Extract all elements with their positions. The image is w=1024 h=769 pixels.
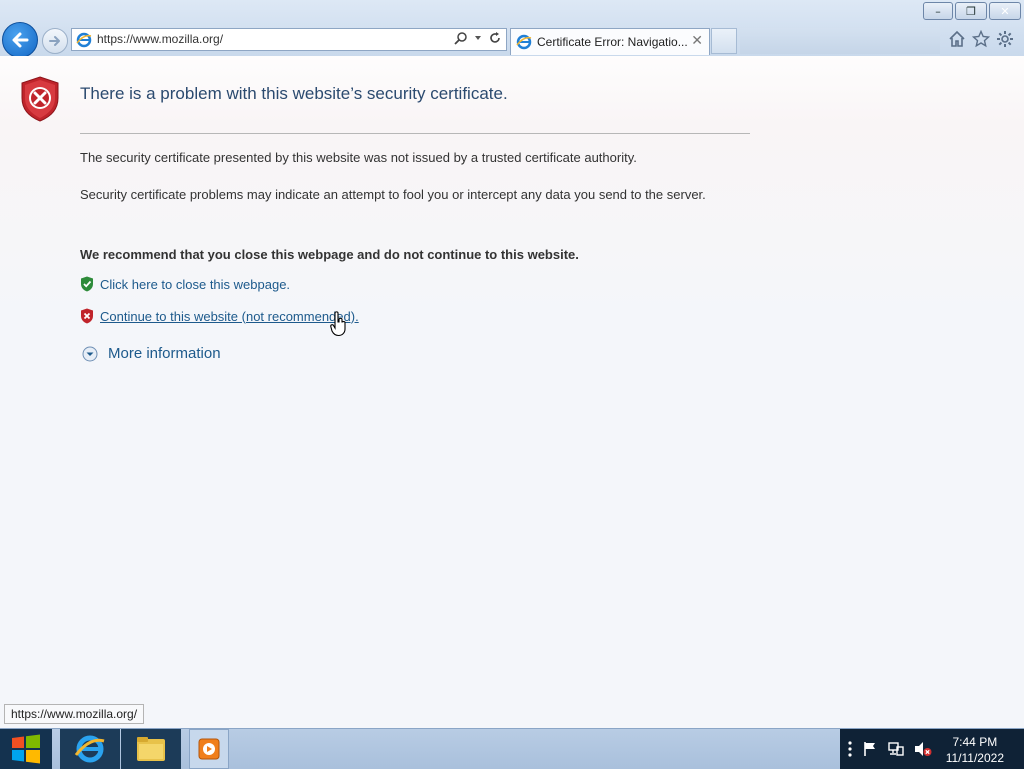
clock-time: 7:44 PM: [952, 735, 998, 749]
page-content: There is a problem with this website’s s…: [0, 56, 1024, 728]
forward-button[interactable]: [42, 28, 68, 54]
page-title: There is a problem with this website’s s…: [80, 84, 508, 103]
tab-close-icon[interactable]: ✕: [691, 33, 703, 49]
ie-logo-icon: [516, 34, 532, 50]
clock[interactable]: 7:44 PM 11/11/2022: [946, 734, 1004, 766]
taskbar-internet-explorer[interactable]: [60, 729, 120, 769]
minimize-button[interactable]: –: [923, 2, 953, 20]
browser-chrome: – ❐ ✕ https://www.mozilla.org/ Certifica…: [0, 0, 1024, 58]
address-bar[interactable]: https://www.mozilla.org/: [71, 28, 507, 51]
action-center-flag-icon[interactable]: [862, 741, 878, 757]
minimize-icon: –: [935, 4, 941, 18]
recommendation-text: We recommend that you close this webpage…: [80, 247, 579, 262]
continue-to-website-link[interactable]: Continue to this website (not recommende…: [100, 309, 359, 324]
hand-cursor-icon: [330, 311, 346, 337]
taskbar-media-player[interactable]: [189, 729, 229, 769]
search-icon[interactable]: [454, 31, 468, 45]
favorites-star-icon[interactable]: [972, 30, 990, 48]
security-warning-message: Security certificate problems may indica…: [80, 187, 706, 202]
divider: [80, 133, 750, 134]
continue-row: Continue to this website (not recommende…: [80, 308, 359, 324]
close-webpage-link[interactable]: Click here to close this webpage.: [100, 277, 290, 292]
close-window-button[interactable]: ✕: [989, 2, 1021, 20]
home-icon[interactable]: [948, 30, 966, 48]
close-icon: ✕: [1000, 4, 1010, 18]
more-information-toggle[interactable]: More information: [82, 345, 221, 362]
media-player-icon: [198, 738, 220, 760]
tab-strip-empty: [740, 28, 940, 54]
expand-chevron-icon: [82, 346, 98, 361]
gear-icon[interactable]: [996, 30, 1014, 48]
network-icon[interactable]: [888, 741, 904, 757]
new-tab-button[interactable]: [711, 28, 737, 54]
more-information-label: More information: [108, 345, 221, 362]
taskbar: 7:44 PM 11/11/2022: [0, 728, 1024, 769]
certificate-message: The security certificate presented by th…: [80, 150, 637, 165]
status-url-tooltip: https://www.mozilla.org/: [4, 704, 145, 724]
system-tray: 7:44 PM 11/11/2022: [840, 729, 1024, 769]
ie-logo-icon: [76, 32, 92, 48]
back-arrow-icon: [12, 32, 29, 48]
folder-icon: [137, 737, 165, 761]
volume-muted-icon[interactable]: [914, 741, 932, 757]
start-button[interactable]: [0, 729, 52, 769]
clock-date: 11/11/2022: [945, 751, 1004, 765]
red-shield-x-icon: [81, 308, 93, 324]
dropdown-arrow-icon[interactable]: [474, 34, 482, 42]
restore-icon: ❐: [966, 4, 976, 18]
address-text: https://www.mozilla.org/: [97, 32, 224, 46]
refresh-icon[interactable]: [488, 31, 502, 45]
taskbar-file-explorer[interactable]: [121, 729, 181, 769]
show-hidden-icons-icon[interactable]: [848, 741, 852, 757]
ie-logo-icon: [74, 735, 105, 763]
tab-title: Certificate Error: Navigatio...: [537, 35, 688, 49]
forward-arrow-icon: [49, 36, 60, 46]
close-webpage-row: Click here to close this webpage.: [80, 276, 290, 292]
error-shield-icon: [21, 76, 59, 122]
back-button[interactable]: [2, 22, 38, 58]
restore-button[interactable]: ❐: [955, 2, 987, 20]
tab-certificate-error[interactable]: Certificate Error: Navigatio... ✕: [510, 28, 710, 55]
windows-logo-icon: [12, 734, 40, 764]
green-shield-check-icon: [81, 276, 93, 292]
